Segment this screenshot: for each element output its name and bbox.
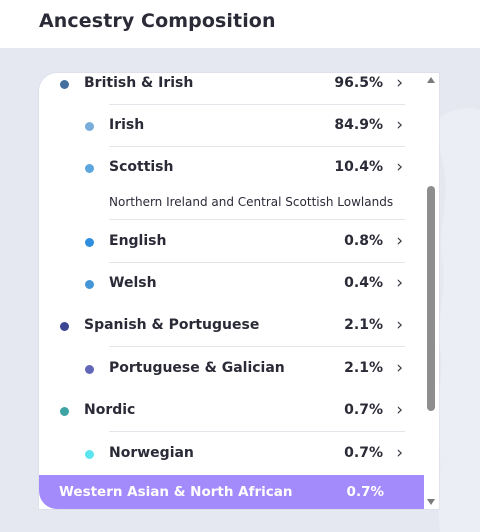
ancestry-percent: 0.4% bbox=[344, 275, 383, 291]
chevron-right-icon: › bbox=[396, 73, 403, 93]
header: Ancestry Composition bbox=[0, 0, 480, 48]
ancestry-name: Western Asian & North African bbox=[59, 484, 293, 500]
ancestry-row-english[interactable]: English 0.8% › bbox=[39, 221, 423, 263]
ancestry-percent: 0.8% bbox=[344, 233, 383, 249]
ancestry-percent: 84.9% bbox=[334, 117, 383, 133]
color-dot-icon bbox=[85, 164, 94, 173]
scottish-region-note: Northern Ireland and Central Scottish Lo… bbox=[109, 195, 394, 209]
ancestry-percent: 2.1% bbox=[344, 317, 383, 333]
chevron-right-icon: › bbox=[396, 358, 403, 378]
ancestry-percent: 0.7% bbox=[346, 484, 384, 500]
color-dot-icon bbox=[85, 450, 94, 459]
ancestry-row-irish[interactable]: Irish 84.9% › bbox=[39, 105, 423, 147]
divider bbox=[109, 346, 405, 347]
ancestry-name: Norwegian bbox=[109, 445, 194, 461]
scroll-down-arrow-icon[interactable] bbox=[427, 499, 435, 505]
chevron-right-icon: › bbox=[396, 273, 403, 293]
ancestry-name: British & Irish bbox=[84, 75, 194, 91]
chevron-right-icon: › bbox=[396, 443, 403, 463]
ancestry-name: Spanish & Portuguese bbox=[84, 317, 260, 333]
color-dot-icon bbox=[85, 122, 94, 131]
scrollbar[interactable] bbox=[424, 73, 439, 509]
ancestry-name: Scottish bbox=[109, 159, 174, 175]
ancestry-row-spanish-portuguese[interactable]: Spanish & Portuguese 2.1% › bbox=[39, 305, 423, 347]
chevron-right-icon: › bbox=[396, 115, 403, 135]
ancestry-name: English bbox=[109, 233, 167, 249]
page-title: Ancestry Composition bbox=[39, 10, 276, 32]
ancestry-percent: 0.7% bbox=[344, 402, 383, 418]
ancestry-row-scottish[interactable]: Scottish 10.4% › bbox=[39, 147, 423, 189]
chevron-right-icon: › bbox=[396, 231, 403, 251]
ancestry-percent: 10.4% bbox=[334, 159, 383, 175]
ancestry-name: Portuguese & Galician bbox=[109, 360, 285, 376]
color-dot-icon bbox=[85, 280, 94, 289]
divider bbox=[109, 431, 405, 432]
ancestry-percent: 0.7% bbox=[344, 445, 383, 461]
ancestry-row-nordic[interactable]: Nordic 0.7% › bbox=[39, 390, 423, 432]
divider bbox=[109, 219, 405, 220]
ancestry-row-portuguese-galician[interactable]: Portuguese & Galician 2.1% › bbox=[39, 348, 423, 390]
ancestry-row-norwegian[interactable]: Norwegian 0.7% › bbox=[39, 433, 423, 475]
ancestry-list-panel: British & Irish 96.5% › Irish 84.9% › Sc… bbox=[39, 73, 439, 509]
ancestry-name: Irish bbox=[109, 117, 145, 133]
ancestry-name: Nordic bbox=[84, 402, 136, 418]
ancestry-row-western-asian-north-african[interactable]: Western Asian & North African 0.7% bbox=[39, 475, 424, 509]
color-dot-icon bbox=[85, 365, 94, 374]
chevron-right-icon: › bbox=[396, 157, 403, 177]
ancestry-percent: 96.5% bbox=[334, 75, 383, 91]
chevron-right-icon: › bbox=[396, 400, 403, 420]
color-dot-icon bbox=[60, 80, 69, 89]
ancestry-name: Welsh bbox=[109, 275, 157, 291]
scroll-thumb[interactable] bbox=[427, 186, 435, 411]
ancestry-row-british-irish[interactable]: British & Irish 96.5% › bbox=[39, 73, 423, 105]
map-landmass bbox=[436, 108, 480, 532]
color-dot-icon bbox=[85, 238, 94, 247]
color-dot-icon bbox=[60, 322, 69, 331]
scroll-up-arrow-icon[interactable] bbox=[427, 77, 435, 83]
ancestry-row-welsh[interactable]: Welsh 0.4% › bbox=[39, 263, 423, 305]
color-dot-icon bbox=[60, 407, 69, 416]
ancestry-percent: 2.1% bbox=[344, 360, 383, 376]
chevron-right-icon: › bbox=[396, 315, 403, 335]
